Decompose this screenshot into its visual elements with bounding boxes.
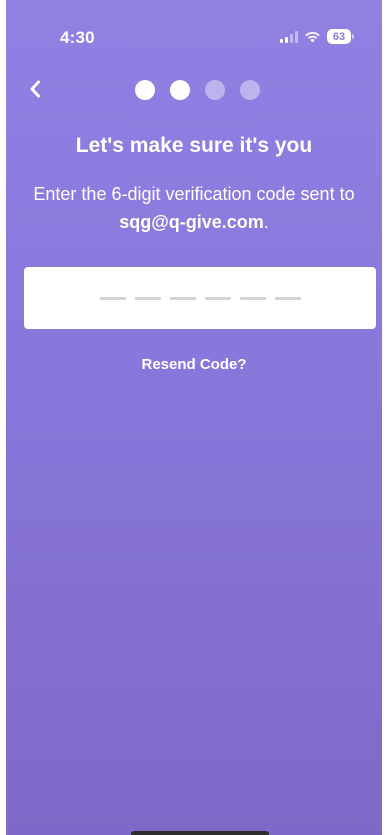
verification-instructions: Enter the 6-digit verification code sent…: [26, 180, 362, 236]
wifi-icon: [305, 31, 320, 42]
code-digit-slot: [134, 296, 161, 300]
instructions-suffix: .: [263, 212, 269, 232]
code-digit-slot: [274, 296, 301, 300]
battery-tip: [352, 34, 354, 39]
status-time: 4:30: [60, 28, 95, 47]
step-dot: [169, 80, 190, 100]
home-indicator: [131, 831, 269, 835]
verification-screen: 4:30 63 Let's make sure it's you Enter t…: [0, 0, 388, 835]
status-bar: 4:30 63: [6, 0, 382, 56]
code-digit-slot: [204, 296, 231, 300]
verification-code-input[interactable]: [24, 267, 376, 329]
code-digit-slot: [239, 296, 266, 300]
email-address: sqg@q-give.com: [119, 212, 264, 232]
code-digit-slot: [169, 296, 196, 300]
battery-level: 63: [327, 29, 351, 44]
step-indicator: [6, 80, 382, 100]
code-digit-slot: [99, 296, 126, 300]
step-dot: [239, 80, 260, 100]
status-icons: 63: [280, 29, 354, 44]
step-dot: [204, 80, 225, 100]
battery-icon: 63: [327, 29, 354, 44]
page-title: Let's make sure it's you: [75, 134, 313, 157]
step-dot: [134, 80, 155, 100]
resend-code-link[interactable]: Resend Code?: [6, 356, 382, 373]
signal-icon: [280, 30, 298, 43]
instructions-text: Enter the 6-digit verification code sent…: [33, 184, 355, 204]
